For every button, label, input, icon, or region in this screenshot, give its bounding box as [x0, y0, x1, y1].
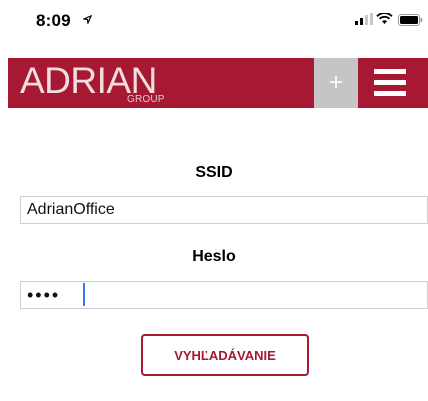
ssid-input[interactable]	[20, 196, 428, 224]
text-caret	[83, 283, 85, 306]
battery-icon	[398, 14, 423, 26]
cellular-signal-icon	[355, 13, 373, 25]
location-arrow-icon	[83, 15, 92, 24]
ssid-label: SSID	[195, 164, 233, 181]
password-input[interactable]	[20, 281, 428, 309]
brand-logo-subtitle: GROUP	[127, 94, 165, 105]
wifi-icon	[376, 13, 393, 24]
password-label: Heslo	[192, 248, 236, 265]
app-header: ADRIAN GROUP +	[8, 58, 428, 108]
status-bar: 8:09	[0, 0, 428, 40]
search-button[interactable]: VYHĽADÁVANIE	[141, 334, 309, 376]
add-button[interactable]: +	[314, 58, 358, 108]
status-time: 8:09	[36, 11, 71, 30]
hamburger-menu-icon[interactable]	[374, 69, 406, 97]
